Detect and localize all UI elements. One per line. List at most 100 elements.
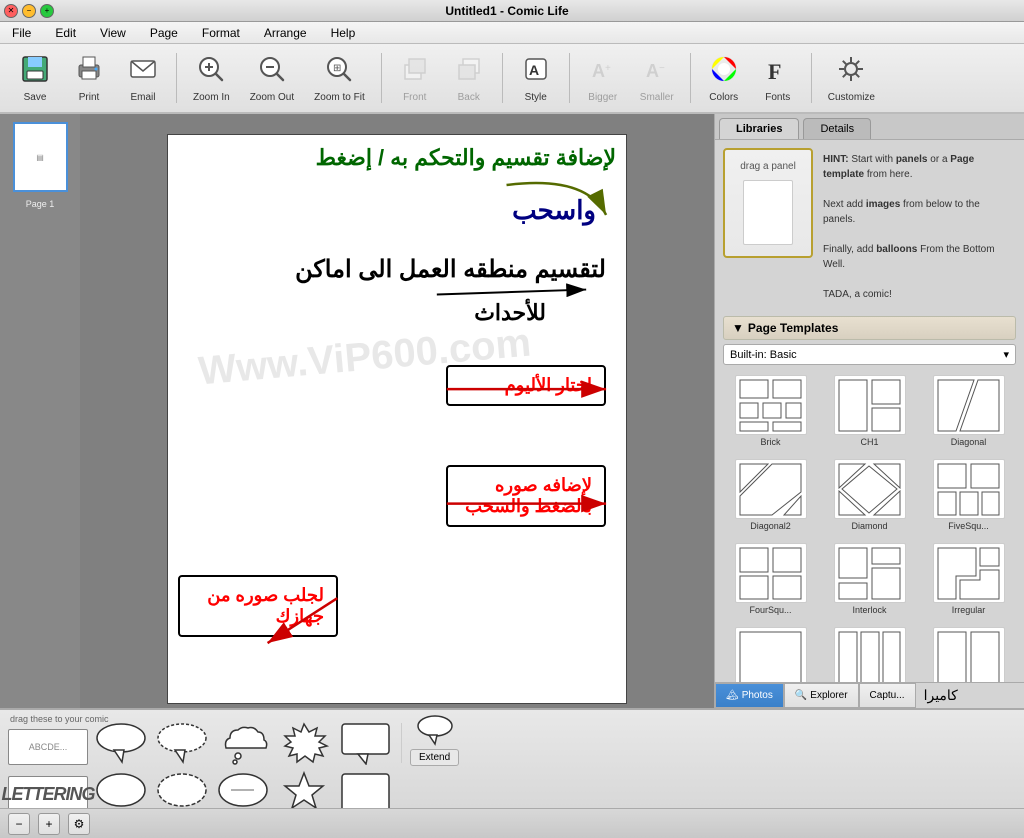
tab-details[interactable]: Details: [803, 118, 871, 139]
template-interlock[interactable]: Interlock: [822, 539, 917, 619]
menu-help[interactable]: Help: [327, 24, 360, 42]
bigger-icon: A+: [587, 53, 619, 90]
photos-source-btn[interactable]: 🏔 Photos: [715, 683, 784, 708]
smaller-label: Smaller: [640, 92, 674, 103]
template-diagonal-label: Diagonal: [951, 437, 987, 447]
toolbar-separator-5: [690, 53, 691, 103]
capture-source-btn[interactable]: Captu...: [859, 683, 916, 708]
arabic-text-3: لتقسيم منطقه العمل الى اماكن: [295, 255, 606, 284]
style-button[interactable]: A Style: [511, 49, 561, 107]
explorer-source-btn[interactable]: 🔍 Explorer: [784, 683, 859, 708]
plus-button[interactable]: +: [38, 813, 60, 835]
lettering-style[interactable]: LETTERING: [8, 776, 88, 812]
template-brick-label: Brick: [761, 437, 781, 447]
toolbar-separator-4: [569, 53, 570, 103]
comic-page[interactable]: لإضافة تقسيم والتحكم به / إضغط واسحب لتق…: [167, 134, 627, 704]
bigger-button[interactable]: A+ Bigger: [578, 49, 628, 107]
balloon-cloud[interactable]: [216, 720, 271, 765]
chevron-down-icon: ▾: [1003, 348, 1009, 361]
template-irregular[interactable]: Irregular: [921, 539, 1016, 619]
zoom-fit-label: Zoom to Fit: [314, 92, 365, 103]
zoom-fit-button[interactable]: ⊞ Zoom to Fit: [306, 49, 373, 107]
zoom-out-icon: [256, 53, 288, 90]
templates-section: ▼ Page Templates Built-in: Basic ▾: [723, 316, 1016, 682]
zoom-fit-icon: ⊞: [323, 53, 355, 90]
save-button[interactable]: Save: [10, 49, 60, 107]
templates-dropdown[interactable]: Built-in: Basic ▾: [723, 344, 1016, 365]
right-panel: Libraries Details drag a panel HINT: Sta…: [714, 114, 1024, 708]
template-foursq[interactable]: FourSqu...: [723, 539, 818, 619]
fonts-button[interactable]: F Fonts: [753, 49, 803, 107]
extend-area: Extend: [410, 712, 459, 766]
extend-button[interactable]: Extend: [410, 749, 459, 766]
back-icon: [453, 53, 485, 90]
fonts-label: Fonts: [765, 92, 790, 103]
minimize-btn[interactable]: −: [22, 4, 36, 18]
gear-button[interactable]: ⚙: [68, 813, 90, 835]
balloon-row-1: ABCDE...: [8, 720, 459, 766]
customize-button[interactable]: Customize: [820, 49, 883, 107]
balloon-oval-3[interactable]: [415, 712, 455, 747]
email-button[interactable]: Email: [118, 49, 168, 107]
page-1-thumb[interactable]: ▤: [13, 122, 68, 192]
colors-button[interactable]: Colors: [699, 49, 749, 107]
extend-more-balloons: [415, 712, 455, 747]
page-1-label: Page 1: [26, 199, 55, 209]
back-button[interactable]: Back: [444, 49, 494, 107]
lettering-abcde[interactable]: ABCDE...: [8, 729, 88, 765]
minus-button[interactable]: −: [8, 813, 30, 835]
template-diagonal2[interactable]: Diagonal2: [723, 455, 818, 535]
menu-arrange[interactable]: Arrange: [260, 24, 311, 42]
template-diamond[interactable]: Diamond: [822, 455, 917, 535]
template-diagonal[interactable]: Diagonal: [921, 371, 1016, 451]
toolbar-separator-2: [381, 53, 382, 103]
balloon-oval-1[interactable]: [94, 720, 149, 765]
email-icon: [127, 53, 159, 90]
menu-view[interactable]: View: [96, 24, 130, 42]
template-fivesq-label: FiveSqu...: [948, 521, 989, 531]
drag-panel-box[interactable]: drag a panel: [723, 148, 813, 258]
balloon-rect[interactable]: [338, 720, 393, 765]
menu-file[interactable]: File: [8, 24, 35, 42]
template-foursq-label: FourSqu...: [749, 605, 791, 615]
save-icon: [19, 53, 51, 90]
menu-edit[interactable]: Edit: [51, 24, 80, 42]
front-label: Front: [403, 92, 426, 103]
maximize-btn[interactable]: +: [40, 4, 54, 18]
template-diamond-label: Diamond: [851, 521, 887, 531]
canvas-area[interactable]: لإضافة تقسيم والتحكم به / إضغط واسحب لتق…: [80, 114, 714, 708]
template-fivesq[interactable]: FiveSqu...: [921, 455, 1016, 535]
arabic-text-2: واسحب: [512, 195, 596, 226]
smaller-button[interactable]: A− Smaller: [632, 49, 682, 107]
templates-triangle-icon: ▼: [732, 321, 744, 335]
front-button[interactable]: Front: [390, 49, 440, 107]
template-ch1[interactable]: CH1: [822, 371, 917, 451]
customize-label: Customize: [828, 92, 875, 103]
email-label: Email: [130, 92, 155, 103]
template-one[interactable]: One: [723, 623, 818, 682]
balloon-spiky[interactable]: [277, 720, 332, 765]
zoom-in-label: Zoom In: [193, 92, 230, 103]
tab-libraries[interactable]: Libraries: [719, 118, 799, 139]
toolbar: Save Print Email Zoom In Zoom Out ⊞ Zoom…: [0, 44, 1024, 114]
source-buttons: 🏔 Photos 🔍 Explorer Captu... كاميرا: [715, 682, 1024, 708]
well-separator: [401, 723, 402, 763]
template-pillars2[interactable]: Pillars2: [921, 623, 1016, 682]
zoom-out-button[interactable]: Zoom Out: [242, 49, 302, 107]
svg-text:+: +: [605, 63, 611, 74]
zoom-in-button[interactable]: Zoom In: [185, 49, 238, 107]
bottom-well-items: ABCDE...: [8, 720, 459, 815]
template-brick[interactable]: Brick: [723, 371, 818, 451]
template-pillars[interactable]: Pillars: [822, 623, 917, 682]
balloon-oval-2[interactable]: [155, 720, 210, 765]
template-interlock-label: Interlock: [852, 605, 886, 615]
popup-get-photo: لجلب صوره من جهازك: [178, 575, 338, 637]
close-btn[interactable]: ✕: [4, 4, 18, 18]
menu-format[interactable]: Format: [198, 24, 244, 42]
print-button[interactable]: Print: [64, 49, 114, 107]
colors-label: Colors: [709, 92, 738, 103]
drag-panel-label: drag a panel: [740, 161, 796, 172]
menu-page[interactable]: Page: [146, 24, 182, 42]
svg-text:A: A: [592, 61, 605, 81]
back-label: Back: [458, 92, 480, 103]
